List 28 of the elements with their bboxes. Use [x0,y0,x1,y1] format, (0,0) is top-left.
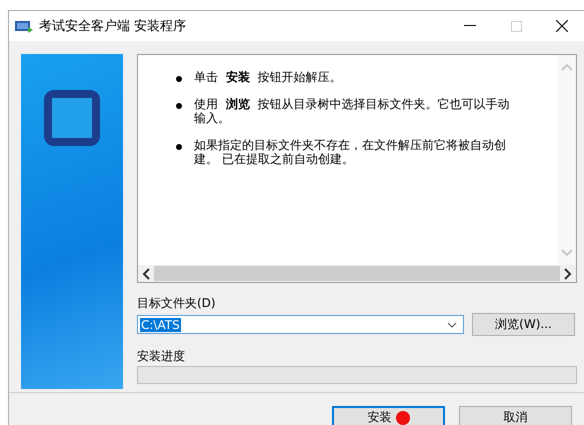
bullet-icon [176,144,182,150]
dropdown-chevron-icon[interactable] [447,322,457,328]
window-title: 考试安全客户端 安装程序 [39,18,188,35]
bullet-icon [176,76,182,82]
selected-path-text: C:\ATS [140,318,181,332]
instruction-text: 单击 安装 按钮开始解压。 [194,70,342,84]
browse-button[interactable]: 浏览(W)... [472,313,575,336]
close-icon [556,20,568,32]
maximize-icon [510,20,522,32]
bullet-icon [176,103,182,109]
vertical-scrollbar[interactable] [558,55,576,265]
field-label: 目标文件夹(D) [137,295,217,311]
right-chevron-icon[interactable] [564,268,572,280]
instruction-text: 如果指定的目标文件夹不存在，在文件解压前它将被自动创建。 已在提取之前自动创建。 [194,138,507,166]
square-logo-icon [44,90,100,146]
dialog-button[interactable]: 安装 [332,406,445,425]
folder-combo-box[interactable]: C:\ATS [137,315,464,334]
app-icon [15,20,33,32]
dialog-button[interactable]: 取消 [459,406,572,425]
progress-label: 安装进度 [137,348,186,364]
horizontal-scrollbar[interactable] [138,265,576,282]
minimize-icon [464,25,476,27]
left-chevron-icon[interactable] [142,268,150,280]
scrollbar-thumb[interactable] [154,266,560,281]
down-chevron-icon[interactable] [561,249,573,257]
up-chevron-icon[interactable] [561,63,573,71]
instruction-text: 使用 浏览 按钮从目录树中选择目标文件夹。它也可以手动输入。 [194,97,511,125]
marker-dot-icon [396,410,410,424]
